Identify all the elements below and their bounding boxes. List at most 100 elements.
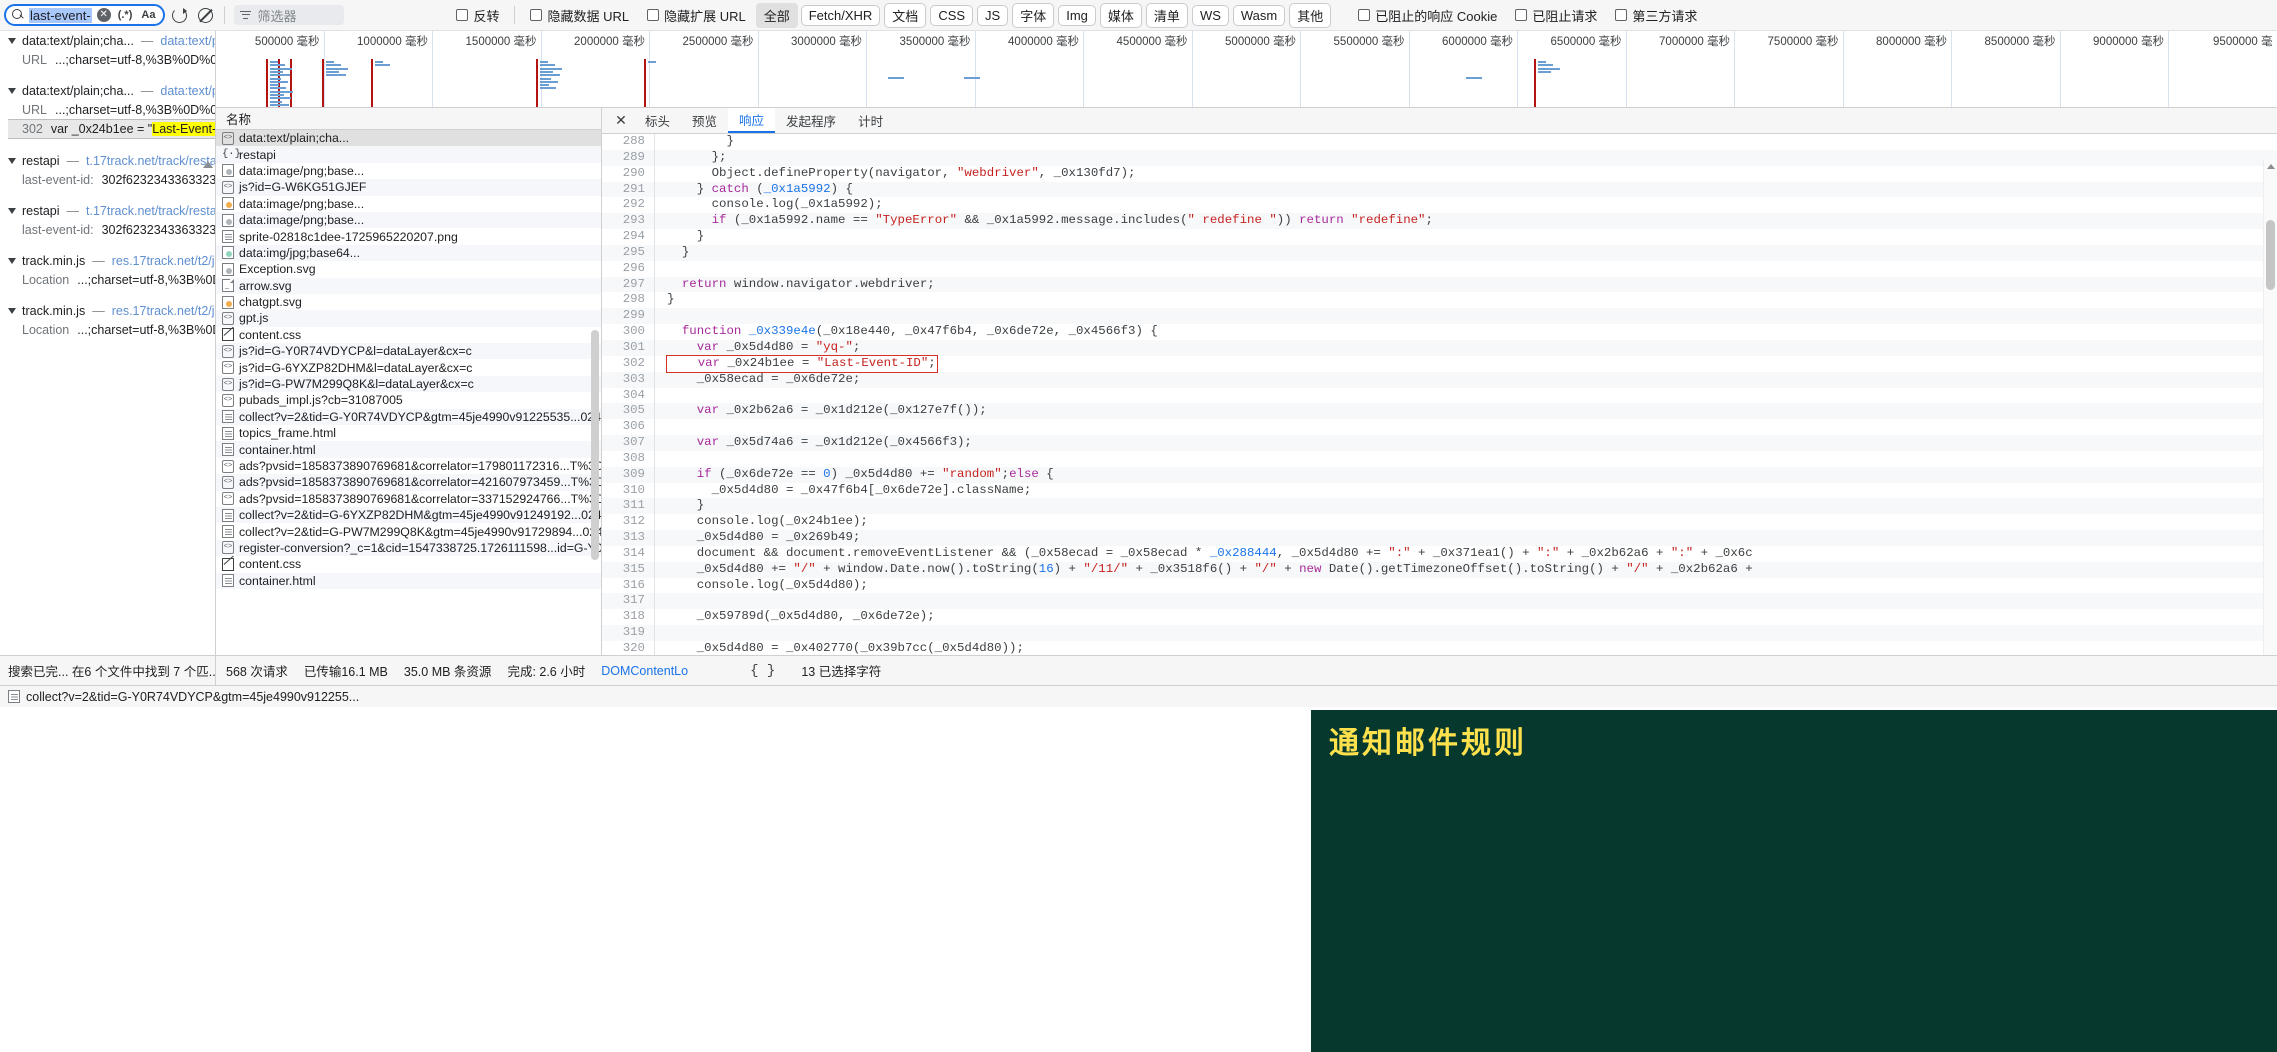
table-row[interactable]: <> gpt.js (216, 310, 601, 327)
table-row[interactable]: collect?v=2&tid=G-PW7M299Q8K&gtm=45je499… (216, 523, 601, 539)
code-token: )) (1276, 213, 1300, 228)
search-result-row[interactable]: URL ...;charset=utf-8,%3B%0D%0A%... (0, 101, 215, 119)
network-request-list[interactable]: 名称 <> data:text/plain;cha... {·} restapi dat… (216, 108, 602, 686)
chevron-down-icon[interactable] (8, 88, 16, 94)
table-row[interactable]: <> js?id=G-6YXZP82DHM&l=dataLayer&cx=c (216, 359, 601, 375)
table-row[interactable]: <> js?id=G-PW7M299Q8K&l=dataLayer&cx=c (216, 375, 601, 393)
pretty-print-button[interactable]: { } (750, 663, 775, 679)
search-result-row[interactable]: last-event-id: 302f62323433633232... (0, 171, 215, 189)
detail-tabs[interactable]: ✕ 标头 预览 响应 发起程序 计时 (602, 108, 2277, 134)
table-row[interactable]: <> js?id=G-W6KG51GJEF (216, 179, 601, 196)
netlist-scrollbar[interactable] (589, 130, 601, 686)
close-circle-icon[interactable]: ✕ (96, 8, 111, 22)
type-filter-all[interactable]: 全部 (755, 2, 798, 28)
search-result-group-header[interactable]: track.min.js — res.17track.net/t2/js/... (0, 301, 215, 321)
type-filter-wasm[interactable]: Wasm (1232, 4, 1286, 26)
search-result-row[interactable]: last-event-id: 302f62323433633232... (0, 221, 215, 239)
search-pane-scroll-arrow[interactable] (203, 161, 213, 168)
hide-extension-urls-checkbox[interactable]: 隐藏扩展 URL (639, 6, 754, 25)
table-row[interactable]: collect?v=2&tid=G-6YXZP82DHM&gtm=45je499… (216, 506, 601, 524)
chevron-down-icon[interactable] (8, 308, 16, 314)
invert-checkbox[interactable]: 反转 (448, 6, 507, 25)
search-result-row[interactable]: Location ...;charset=utf-8,%3B%0D... (0, 271, 215, 289)
search-result-group-header[interactable]: data:text/plain;cha... — data:text/pl... (0, 31, 215, 51)
chevron-down-icon[interactable] (8, 258, 16, 264)
case-sensitive-toggle[interactable]: Aa (139, 9, 157, 21)
promo-banner[interactable]: 通知邮件规则 (1311, 710, 2277, 1052)
search-result-row[interactable]: URL ...;charset=utf-8,%3B%0D%0A%... (0, 51, 215, 69)
table-row[interactable]: <> data:text/plain;cha... (216, 130, 601, 147)
type-filter-manifest[interactable]: 清单 (1145, 2, 1188, 28)
search-box[interactable]: last-event- ✕ (.*) Aa (4, 4, 166, 26)
type-filter-css[interactable]: CSS (930, 4, 974, 26)
table-row[interactable]: <> ads?pvsid=1858373890769681&correlator=… (216, 491, 601, 507)
footer-request-row[interactable]: collect?v=2&tid=G-Y0R74VDYCP&gtm=45je499… (0, 685, 2277, 707)
type-filter-font[interactable]: 字体 (1012, 2, 1055, 28)
hide-data-urls-label: 隐藏数据 URL (547, 8, 630, 24)
search-result-group-header[interactable]: track.min.js — res.17track.net/t2/js/... (0, 251, 215, 271)
tab-timing[interactable]: 计时 (847, 108, 894, 133)
scrollbar-thumb[interactable] (2266, 220, 2275, 290)
table-row[interactable]: topics_frame.html (216, 425, 601, 441)
code-vertical-scrollbar[interactable] (2263, 160, 2277, 686)
column-header-name[interactable]: 名称 (216, 108, 601, 130)
search-result-group-header[interactable]: restapi — t.17track.net/track/restapi (0, 201, 215, 221)
response-code-area[interactable]: 288 } 289 }; 290 Object.defineProperty(nav… (602, 134, 2277, 686)
table-row[interactable]: Exception.svg (216, 261, 601, 277)
type-filter-other[interactable]: 其他 (1289, 2, 1332, 28)
table-row[interactable]: arrow.svg (216, 277, 601, 294)
type-filter-media[interactable]: 媒体 (1099, 2, 1142, 28)
regex-toggle[interactable]: (.*) (116, 9, 135, 21)
chevron-down-icon[interactable] (8, 208, 16, 214)
search-results-pane[interactable]: data:text/plain;cha... — data:text/pl... UR… (0, 31, 216, 686)
network-rows[interactable]: <> data:text/plain;cha... {·} restapi data:i… (216, 130, 601, 589)
table-row[interactable]: <> js?id=G-Y0R74VDYCP&l=dataLayer&cx=c (216, 343, 601, 360)
resource-size: 35.0 MB 条资源 (403, 665, 492, 679)
search-input[interactable]: last-event- (29, 7, 92, 23)
table-row[interactable]: collect?v=2&tid=G-Y0R74VDYCP&gtm=45je499… (216, 408, 601, 426)
tab-preview[interactable]: 预览 (681, 108, 728, 133)
table-row[interactable]: data:img/jpg;base64... (216, 244, 601, 262)
table-row[interactable]: container.html (216, 441, 601, 458)
table-row[interactable]: sprite-02818c1dee-1725965220207.png (216, 228, 601, 244)
scrollbar-thumb[interactable] (591, 330, 599, 560)
table-row[interactable]: data:image/png;base... (216, 163, 601, 179)
tab-headers[interactable]: 标头 (634, 108, 681, 133)
type-filter-fetch-xhr[interactable]: Fetch/XHR (800, 4, 881, 26)
search-result-group-header[interactable]: data:text/plain;cha... — data:text/pl... (0, 81, 215, 101)
tab-initiator[interactable]: 发起程序 (775, 108, 847, 133)
type-filter-img[interactable]: Img (1058, 4, 1096, 26)
clear-network-button[interactable] (193, 3, 217, 27)
search-result-group-header[interactable]: restapi — t.17track.net/track/restapi (0, 151, 215, 171)
code-viewer[interactable]: 288 } 289 }; 290 Object.defineProperty(nav… (602, 134, 2277, 672)
chevron-up-icon[interactable] (2267, 164, 2275, 169)
search-result-row[interactable]: Location ...;charset=utf-8,%3B%0D... (0, 321, 215, 339)
table-row[interactable]: content.css (216, 327, 601, 343)
blocked-response-cookies-checkbox[interactable]: 已阻止的响应 Cookie (1350, 6, 1505, 25)
blocked-requests-checkbox[interactable]: 已阻止请求 (1507, 6, 1605, 25)
tab-response[interactable]: 响应 (728, 108, 776, 133)
refresh-button[interactable] (167, 3, 191, 27)
table-row[interactable]: data:image/png;base... (216, 196, 601, 212)
hide-data-urls-checkbox[interactable]: 隐藏数据 URL (522, 6, 637, 25)
third-party-requests-checkbox[interactable]: 第三方请求 (1607, 6, 1705, 25)
table-row[interactable]: <> ads?pvsid=1858373890769681&correlator=… (216, 458, 601, 474)
table-row[interactable]: <> ads?pvsid=1858373890769681&correlator=… (216, 474, 601, 491)
search-results-list[interactable]: data:text/plain;cha... — data:text/pl... UR… (0, 31, 215, 351)
search-result-row[interactable]: 302 var _0x24b1ee = "Last-Event-ID"; (0, 119, 215, 139)
type-filter-ws[interactable]: WS (1191, 4, 1229, 26)
type-filter-doc[interactable]: 文档 (884, 2, 927, 28)
filter-input[interactable]: 筛选器 (234, 5, 345, 25)
table-row[interactable]: <> pubads_impl.js?cb=31087005 (216, 392, 601, 408)
table-row[interactable]: <> register-conversion?_c=1&cid=154733872… (216, 539, 601, 557)
table-row[interactable]: {·} restapi (216, 146, 601, 163)
chevron-down-icon[interactable] (8, 158, 16, 164)
table-row[interactable]: content.css (216, 556, 601, 572)
close-icon[interactable]: ✕ (608, 108, 634, 133)
table-row[interactable]: container.html (216, 572, 601, 589)
table-row[interactable]: data:image/png;base... (216, 211, 601, 229)
table-row[interactable]: chatgpt.svg (216, 294, 601, 310)
type-filter-js[interactable]: JS (977, 4, 1009, 26)
chevron-down-icon[interactable] (8, 38, 16, 44)
